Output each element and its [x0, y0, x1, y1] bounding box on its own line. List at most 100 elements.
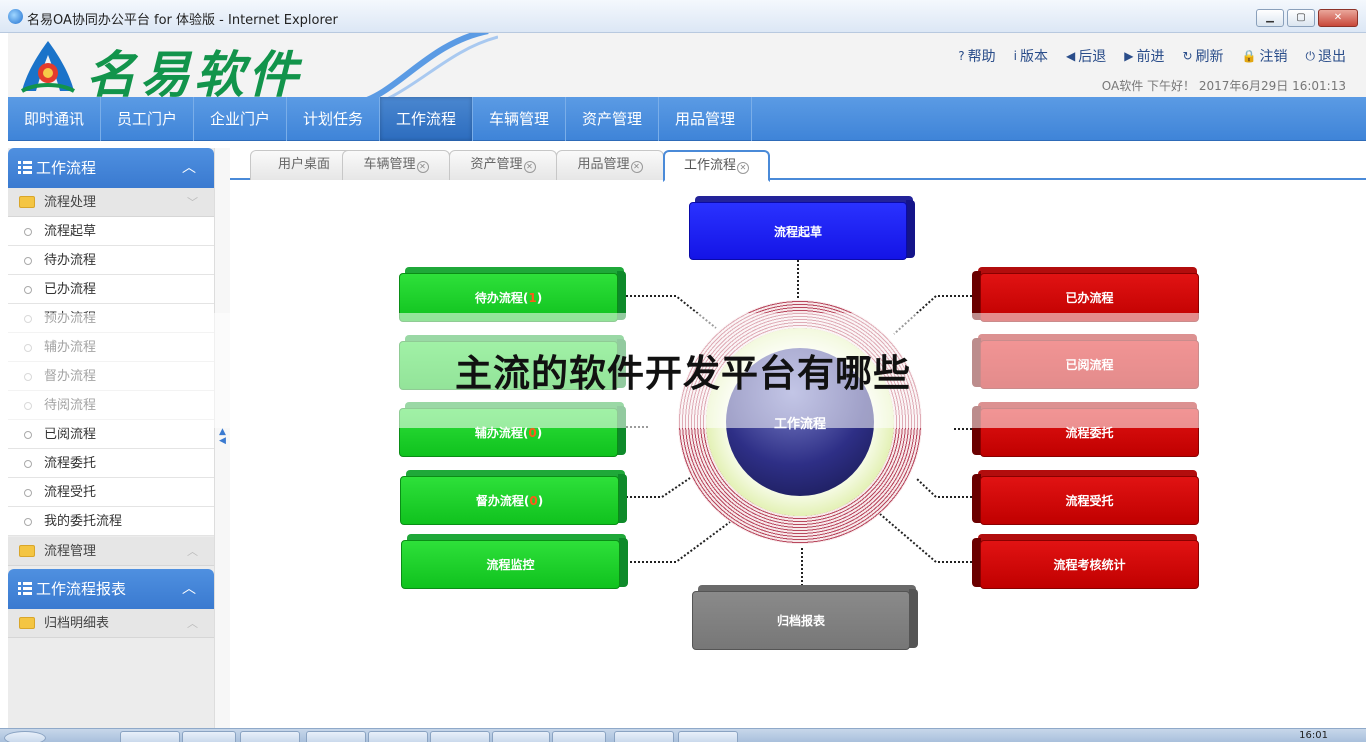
- tab-close-icon[interactable]: ✕: [416, 161, 429, 173]
- logout-link[interactable]: 🔒 注销: [1242, 46, 1288, 66]
- flow-supervise-button[interactable]: 督办流程(0): [400, 470, 627, 525]
- group-flow-management[interactable]: 流程管理 ︿: [8, 537, 214, 566]
- info-icon: i: [1013, 49, 1018, 63]
- nav-item-assets[interactable]: 资产管理: [566, 97, 659, 141]
- logo-icon: [21, 41, 75, 93]
- back-link[interactable]: ◀ 后退: [1066, 46, 1106, 66]
- panel-workflow-header[interactable]: 工作流程 ︿: [8, 148, 214, 188]
- flow-todo-button[interactable]: 待办流程(1): [399, 267, 626, 322]
- taskbar-chrome-icon[interactable]: [306, 731, 366, 742]
- taskbar-app-icon[interactable]: [182, 731, 236, 742]
- panel-title: 工作流程: [36, 159, 97, 177]
- flow-assist-button[interactable]: 辅办流程(0): [399, 402, 626, 457]
- panel-report-header[interactable]: 工作流程报表 ︿: [8, 569, 214, 609]
- sidebar-item-to-read[interactable]: 待阅流程: [8, 391, 214, 420]
- close-button[interactable]: ✕: [1318, 9, 1358, 27]
- flow-read-button[interactable]: 已阅流程: [972, 334, 1199, 389]
- folder-icon: [19, 196, 35, 208]
- sidebar-item-delegated[interactable]: 流程受托: [8, 478, 214, 507]
- chevron-down-icon: ﹀: [187, 196, 198, 209]
- sidebar: 工作流程 ︿ 流程处理 ﹀ 流程起草 待办流程 已办流程 预办流程 辅办流程 督…: [8, 148, 214, 728]
- sidebar-item-draft[interactable]: 流程起草: [8, 217, 214, 246]
- exit-link[interactable]: ⏻ 退出: [1306, 46, 1347, 66]
- help-link[interactable]: ? 帮助: [958, 46, 995, 66]
- bullet-icon: [24, 402, 32, 410]
- nav-item-vehicles[interactable]: 车辆管理: [473, 97, 566, 141]
- nav-item-enterprise-portal[interactable]: 企业门户: [194, 97, 287, 141]
- logo-text: 名易软件: [86, 45, 302, 97]
- bullet-icon: [24, 257, 32, 265]
- sidebar-item-assist[interactable]: 辅办流程: [8, 333, 214, 362]
- taskbar-misc-icon[interactable]: [678, 731, 738, 742]
- taskbar-browser-icon[interactable]: [240, 731, 300, 742]
- list-icon: [18, 582, 32, 595]
- chevron-up-icon: ︿: [187, 545, 198, 558]
- sidebar-item-pre[interactable]: 预办流程: [8, 304, 214, 333]
- workflow-diagram: 工作流程 流程起草 待办流程(1) 辅办流程(0) 督办流程(0) 流程监控 已…: [230, 182, 1366, 728]
- bullet-icon: [24, 373, 32, 381]
- bullet-icon: [24, 286, 32, 294]
- flow-draft-button[interactable]: 流程起草: [689, 196, 915, 260]
- window-titlebar: 名易OA协同办公平台 for 体验版 - Internet Explorer ▁…: [0, 0, 1366, 33]
- help-icon: ?: [958, 49, 965, 63]
- taskbar-player-icon[interactable]: [552, 731, 606, 742]
- bullet-icon: [24, 315, 32, 323]
- forward-link[interactable]: ▶ 前进: [1124, 46, 1164, 66]
- flow-delegate-button[interactable]: 流程委托: [972, 402, 1199, 457]
- group-flow-processing[interactable]: 流程处理 ﹀: [8, 188, 214, 217]
- taskbar-green-icon[interactable]: [492, 731, 550, 742]
- tab-close-icon[interactable]: ✕: [523, 161, 536, 173]
- sidebar-item-supervise[interactable]: 督办流程: [8, 362, 214, 391]
- maximize-button[interactable]: ▢: [1287, 9, 1315, 27]
- forward-icon: ▶: [1124, 49, 1134, 63]
- sidebar-item-todo[interactable]: 待办流程: [8, 246, 214, 275]
- tab-bar: 用户桌面 车辆管理 ✕ 资产管理 ✕ 用品管理 ✕ 工作流程 ✕: [230, 148, 1366, 182]
- flow-assessment-button[interactable]: 流程考核统计: [972, 534, 1199, 589]
- folder-icon: [19, 545, 35, 557]
- chevron-up-icon: ︿: [182, 581, 196, 597]
- minimize-button[interactable]: ▁: [1256, 9, 1284, 27]
- flow-archive-button[interactable]: 归档报表: [692, 585, 918, 650]
- taskbar-window-icon[interactable]: [430, 731, 490, 742]
- sidebar-item-done[interactable]: 已办流程: [8, 275, 214, 304]
- sidebar-item-my-delegations[interactable]: 我的委托流程: [8, 507, 214, 536]
- os-taskbar: 16:01: [0, 728, 1366, 742]
- nav-item-staff-portal[interactable]: 员工门户: [101, 97, 194, 141]
- taskbar-qq-icon[interactable]: [368, 731, 428, 742]
- sidebar-item-delegate[interactable]: 流程委托: [8, 449, 214, 478]
- flow-done-button[interactable]: 已办流程: [972, 267, 1199, 322]
- nav-item-plans[interactable]: 计划任务: [287, 97, 380, 141]
- bullet-icon: [24, 431, 32, 439]
- collapse-arrow-icon: ▲ ◀: [219, 427, 226, 446]
- bullet-icon: [24, 518, 32, 526]
- flow-pre-button[interactable]: [399, 335, 626, 390]
- sidebar-item-read[interactable]: 已阅流程: [8, 420, 214, 449]
- tab-vehicles[interactable]: 车辆管理 ✕: [342, 150, 450, 180]
- tab-workflow[interactable]: 工作流程 ✕: [663, 150, 770, 182]
- hub-globe[interactable]: 工作流程: [726, 348, 874, 496]
- tab-close-icon[interactable]: ✕: [630, 161, 643, 173]
- nav-item-workflow[interactable]: 工作流程: [380, 97, 473, 141]
- sidebar-splitter[interactable]: ▲ ◀: [214, 148, 230, 728]
- chevron-up-icon: ︿: [182, 160, 196, 176]
- version-link[interactable]: i 版本: [1014, 46, 1048, 66]
- app-header: 名易软件 ? 帮助 i 版本 ◀ 后退 ▶ 前进 ↻ 刷新 🔒 注销 ⏻ 退出 OA软件 下午…: [8, 33, 1366, 97]
- greeting-text: OA软件 下午好！ 2017年6月29日 16:01:13: [1101, 79, 1346, 93]
- header-swoosh: [366, 33, 498, 97]
- start-button[interactable]: [4, 731, 46, 742]
- main-nav: 即时通讯 员工门户 企业门户 计划任务 工作流程 车辆管理 资产管理 用品管理: [8, 97, 1366, 141]
- taskbar-ie-icon[interactable]: [120, 731, 180, 742]
- tab-assets[interactable]: 资产管理 ✕: [449, 150, 557, 180]
- nav-item-im[interactable]: 即时通讯: [8, 97, 101, 141]
- flow-delegated-button[interactable]: 流程受托: [972, 470, 1199, 525]
- window-controls: ▁ ▢ ✕: [1256, 9, 1358, 27]
- refresh-link[interactable]: ↻ 刷新: [1182, 46, 1223, 66]
- chevron-up-icon: ︿: [187, 617, 198, 630]
- nav-item-supplies[interactable]: 用品管理: [659, 97, 752, 141]
- tab-supplies[interactable]: 用品管理 ✕: [556, 150, 664, 180]
- flow-monitor-button[interactable]: 流程监控: [401, 534, 628, 589]
- taskbar-clock: 16:01: [1299, 730, 1328, 741]
- tab-close-icon[interactable]: ✕: [737, 162, 749, 174]
- taskbar-tool-icon[interactable]: [614, 731, 674, 742]
- group-archive-detail[interactable]: 归档明细表 ︿: [8, 609, 214, 638]
